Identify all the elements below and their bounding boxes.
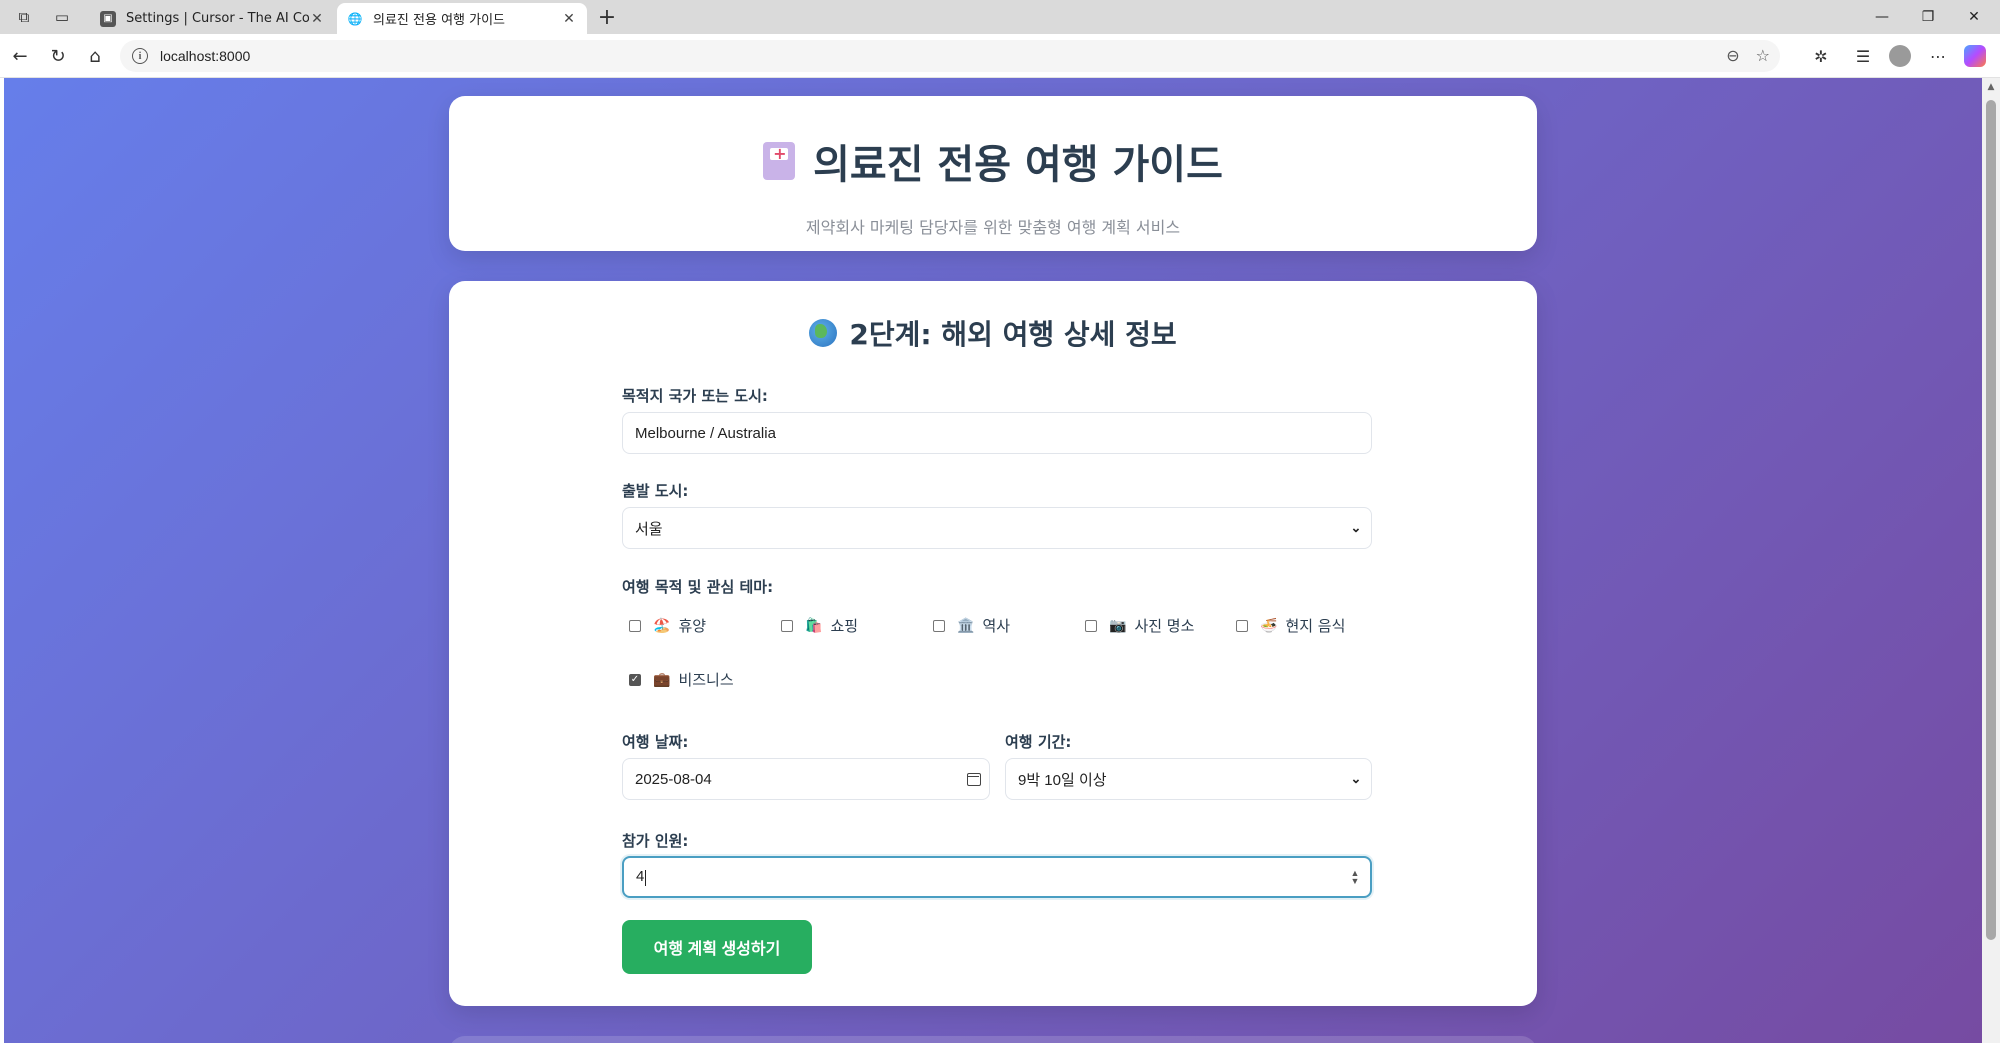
step-title: 2단계: 해외 여행 상세 정보 — [449, 313, 1537, 353]
food-bowl-icon: 🍜 — [1260, 617, 1278, 634]
tab-settings-cursor[interactable]: ▣ Settings | Cursor - The AI Code Ed ✕ — [90, 3, 335, 34]
travel-form-card: 2단계: 해외 여행 상세 정보 목적지 국가 또는 도시: Melbourne… — [449, 281, 1537, 1006]
page-subtitle: 제약회사 마케팅 담당자를 위한 맞춤형 여행 계획 서비스 — [805, 218, 1181, 237]
theme-checkbox-photo[interactable]: 📷 사진 명소 — [1085, 615, 1194, 636]
scroll-up-icon[interactable]: ▲ — [1986, 82, 1996, 92]
date-input[interactable]: 2025-08-04 — [622, 758, 990, 800]
departure-select[interactable]: 서울 ⌄ — [622, 507, 1372, 549]
people-value: 4 — [636, 868, 645, 886]
checkbox[interactable] — [629, 619, 641, 632]
date-label: 여행 날짜: — [622, 733, 689, 751]
people-number-input[interactable]: 4 ▲ ▼ — [622, 856, 1372, 898]
theme-label: 휴양 — [678, 617, 707, 635]
globe-icon — [809, 319, 838, 347]
checkbox-checked[interactable]: ✓ — [629, 673, 641, 686]
departure-label: 출발 도시: — [622, 482, 689, 500]
camera-icon: 📷 — [1109, 617, 1127, 634]
back-button[interactable]: ← — [7, 43, 33, 69]
chevron-down-icon: ⌄ — [1350, 771, 1362, 786]
close-tab-icon[interactable]: ✕ — [561, 11, 577, 27]
url-text: localhost:8000 — [160, 48, 251, 64]
theme-label: 쇼핑 — [830, 617, 859, 635]
new-tab-button[interactable]: + — [594, 4, 620, 30]
address-bar[interactable]: i localhost:8000 ⊖ ☆ — [120, 40, 1780, 72]
minimize-button[interactable]: — — [1862, 4, 1902, 30]
next-section-card — [449, 1036, 1537, 1043]
chevron-down-icon: ⌄ — [1350, 520, 1362, 535]
number-spinner-icon[interactable]: ▲ ▼ — [1340, 869, 1370, 886]
page-title-text: 의료진 전용 여행 가이드 — [813, 142, 1223, 188]
theme-label: 비즈니스 — [678, 671, 734, 689]
avatar — [1889, 45, 1911, 67]
checkbox[interactable] — [1085, 619, 1097, 632]
generate-plan-button[interactable]: 여행 계획 생성하기 — [622, 920, 812, 974]
hospital-icon — [763, 142, 796, 180]
globe-favicon-icon: 🌐 — [347, 11, 363, 26]
tab-travel-guide[interactable]: 🌐 의료진 전용 여행 가이드 ✕ — [337, 3, 587, 34]
calendar-icon[interactable] — [959, 772, 989, 786]
duration-label: 여행 기간: — [1005, 733, 1072, 751]
restore-button[interactable]: ❐ — [1908, 4, 1948, 30]
destination-label: 목적지 국가 또는 도시: — [622, 387, 768, 405]
browser-tab-bar: ⧉ ▭ ▣ Settings | Cursor - The AI Code Ed… — [0, 0, 2000, 34]
vertical-tabs-icon[interactable]: ▭ — [51, 6, 73, 28]
text-caret — [645, 869, 647, 886]
theme-label: 역사 — [982, 617, 1011, 635]
home-button[interactable]: ⌂ — [82, 43, 108, 69]
favorite-star-icon[interactable]: ☆ — [1756, 46, 1770, 65]
checkbox[interactable] — [781, 619, 793, 632]
tab-title: 의료진 전용 여행 가이드 — [373, 13, 505, 28]
browser-toolbar: ← ↻ ⌂ i localhost:8000 ⊖ ☆ ✲ ☰ ⋯ — [0, 34, 2000, 78]
close-tab-icon[interactable]: ✕ — [309, 11, 325, 27]
page-title: 의료진 전용 여행 가이드 — [449, 132, 1537, 190]
workspaces-icon[interactable]: ⧉ — [13, 6, 35, 28]
duration-value: 9박 10일 이상 — [1018, 771, 1107, 789]
theme-checkbox-rest[interactable]: 🏖️ 휴양 — [629, 615, 706, 636]
theme-label: 현지 음식 — [1285, 617, 1346, 635]
theme-checkbox-history[interactable]: 🏛️ 역사 — [933, 615, 1010, 636]
extensions-icon[interactable]: ✲ — [1808, 43, 1834, 69]
theme-label: 사진 명소 — [1134, 617, 1195, 635]
shopping-bags-icon: 🛍️ — [805, 617, 823, 634]
scrollbar-thumb[interactable] — [1986, 100, 1996, 940]
theme-checkbox-shopping[interactable]: 🛍️ 쇼핑 — [781, 615, 858, 636]
copilot-icon — [1964, 45, 1986, 67]
profile-button[interactable] — [1887, 43, 1913, 69]
step-title-text: 2단계: 해외 여행 상세 정보 — [849, 318, 1177, 351]
date-value: 2025-08-04 — [635, 770, 712, 788]
beach-icon: 🏖️ — [653, 617, 671, 634]
duration-select[interactable]: 9박 10일 이상 ⌄ — [1005, 758, 1372, 800]
close-window-button[interactable]: ✕ — [1954, 4, 1994, 30]
copilot-button[interactable] — [1962, 43, 1988, 69]
classical-building-icon: 🏛️ — [957, 617, 975, 634]
people-label: 참가 인원: — [622, 832, 689, 850]
page-viewport: 의료진 전용 여행 가이드 제약회사 마케팅 담당자를 위한 맞춤형 여행 계획… — [4, 78, 1982, 1043]
more-menu-icon[interactable]: ⋯ — [1925, 43, 1951, 69]
checkbox[interactable] — [1236, 619, 1248, 632]
briefcase-icon: 💼 — [653, 671, 671, 688]
theme-checkbox-food[interactable]: 🍜 현지 음식 — [1236, 615, 1345, 636]
themes-label: 여행 목적 및 관심 테마: — [622, 578, 774, 596]
cursor-favicon-icon: ▣ — [100, 10, 116, 27]
checkbox[interactable] — [933, 619, 945, 632]
page-scrollbar[interactable]: ▲ — [1982, 78, 2000, 1043]
departure-value: 서울 — [635, 520, 663, 538]
destination-input[interactable]: Melbourne / Australia — [622, 412, 1372, 454]
zoom-icon[interactable]: ⊖ — [1726, 46, 1739, 65]
site-info-icon[interactable]: i — [132, 48, 148, 64]
destination-value: Melbourne / Australia — [635, 424, 776, 442]
header-card: 의료진 전용 여행 가이드 제약회사 마케팅 담당자를 위한 맞춤형 여행 계획… — [449, 96, 1537, 251]
tab-title: Settings | Cursor - The AI Code Ed — [126, 11, 309, 26]
theme-checkbox-business[interactable]: ✓ 💼 비즈니스 — [629, 669, 734, 690]
favorites-icon[interactable]: ☰ — [1850, 43, 1876, 69]
refresh-button[interactable]: ↻ — [45, 43, 71, 69]
